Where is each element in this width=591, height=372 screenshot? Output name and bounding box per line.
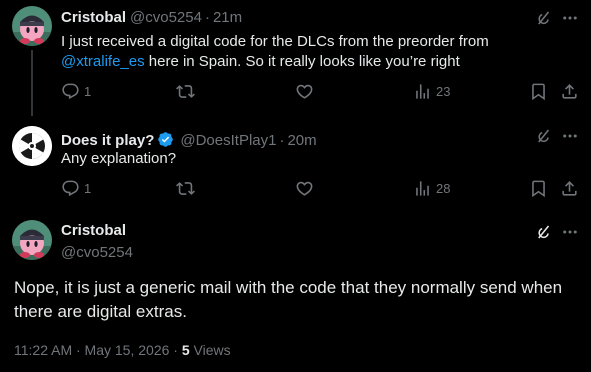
separator: ·	[204, 9, 210, 26]
grok-icon[interactable]	[534, 126, 554, 146]
post-header: Cristobal @cvo5254 · 21m	[61, 9, 242, 26]
repost-button[interactable]	[176, 179, 195, 198]
post-top-icons	[534, 126, 580, 146]
share-button[interactable]	[560, 82, 579, 101]
author-name[interactable]: Cristobal	[61, 222, 126, 239]
like-button[interactable]	[295, 179, 314, 198]
grok-icon[interactable]	[534, 8, 554, 28]
bookmark-icon	[529, 179, 548, 198]
reply-count: 1	[84, 181, 92, 196]
more-icon[interactable]	[560, 126, 580, 146]
post-top-icons	[534, 222, 580, 242]
action-bar: 1 28	[61, 179, 591, 199]
more-icon[interactable]	[560, 222, 580, 242]
post-meta: 11:22 AM · May 15, 2026 · 5 Views	[14, 342, 231, 358]
repost-button[interactable]	[176, 82, 195, 101]
repost-icon	[176, 179, 195, 198]
reply-button[interactable]: 1	[61, 179, 91, 198]
views-count: 28	[436, 181, 451, 196]
reply-icon	[61, 82, 80, 101]
bookmark-button[interactable]	[529, 82, 548, 101]
separator: ·	[279, 132, 285, 149]
author-handle[interactable]: @cvo5254	[130, 9, 202, 26]
views-icon	[413, 179, 432, 198]
kirby-avatar-image	[12, 6, 52, 46]
bookmark-icon	[529, 82, 548, 101]
post-text-part: I just received a digital code for the D…	[61, 33, 489, 50]
post-timestamp[interactable]: 11:22 AM · May 15, 2026	[14, 342, 169, 358]
disc-logo-image	[12, 126, 52, 166]
bookmark-button[interactable]	[529, 179, 548, 198]
repost-icon	[176, 82, 195, 101]
post-text: Any explanation?	[61, 150, 177, 167]
avatar[interactable]	[12, 220, 52, 260]
author-name[interactable]: Cristobal	[61, 9, 126, 26]
like-icon	[295, 82, 314, 101]
post-text: I just received a digital code for the D…	[61, 32, 531, 72]
reply-button[interactable]: 1	[61, 82, 91, 101]
views-count: 5	[181, 342, 190, 358]
avatar[interactable]	[12, 6, 52, 46]
author-handle[interactable]: @DoesItPlay1	[180, 132, 276, 149]
post-header: Does it play? @DoesItPlay1 · 20m	[61, 128, 317, 149]
author-name[interactable]: Does it play?	[61, 132, 154, 149]
action-bar: 1 23	[61, 82, 591, 102]
post-top-icons	[534, 8, 580, 28]
kirby-avatar-image	[12, 220, 52, 260]
reply-icon	[61, 179, 80, 198]
views-label: Views	[193, 342, 231, 358]
views-count: 23	[436, 84, 451, 99]
post-text: Nope, it is just a generic mail with the…	[14, 278, 563, 321]
thread-line	[31, 50, 33, 116]
views-icon	[413, 82, 432, 101]
reply-count: 1	[84, 84, 92, 99]
mention-link[interactable]: @xtralife_es	[61, 53, 145, 70]
post-text-part: here in Spain. So it really looks like y…	[144, 53, 460, 70]
like-button[interactable]	[295, 82, 314, 101]
views-button[interactable]: 23	[413, 82, 450, 101]
share-icon	[560, 179, 579, 198]
views-button[interactable]: 28	[413, 179, 450, 198]
post-time[interactable]: 21m	[213, 9, 242, 26]
avatar[interactable]	[12, 126, 52, 166]
separator: ·	[173, 342, 178, 358]
share-icon	[560, 82, 579, 101]
more-icon[interactable]	[560, 8, 580, 28]
post-time[interactable]: 20m	[287, 132, 316, 149]
like-icon	[295, 179, 314, 198]
verified-badge-icon	[158, 132, 174, 147]
author-handle[interactable]: @cvo5254	[61, 244, 133, 261]
grok-icon[interactable]	[534, 222, 554, 242]
share-button[interactable]	[560, 179, 579, 198]
